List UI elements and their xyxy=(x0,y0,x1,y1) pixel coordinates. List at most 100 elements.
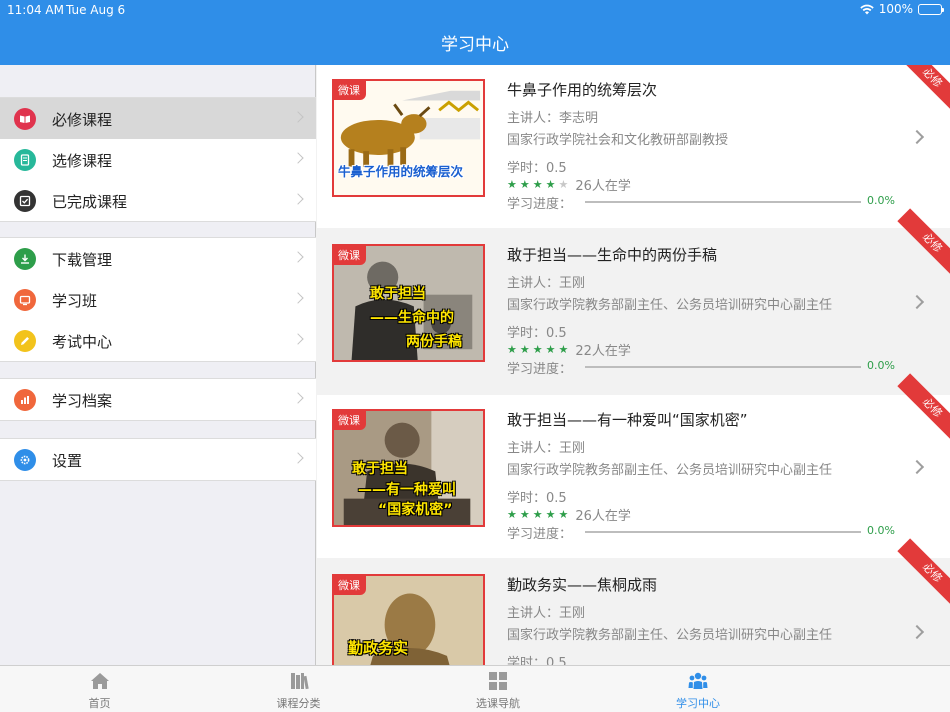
tab-label: 首页 xyxy=(88,697,111,710)
chevron-right-icon xyxy=(292,392,304,404)
star-icon: ★ xyxy=(545,343,556,356)
progress-label: 学习进度： xyxy=(507,527,573,542)
sidebar-item-download-management[interactable]: 下载管理 xyxy=(0,238,316,279)
tab-course-categories[interactable]: 课程分类 xyxy=(199,666,398,712)
sidebar-item-label: 学习档案 xyxy=(52,392,113,410)
chevron-right-icon xyxy=(292,251,304,263)
status-bar: 11:04 AM Tue Aug 6 100% xyxy=(0,0,950,20)
sidebar-item-label: 已完成课程 xyxy=(52,193,128,211)
progress-bar xyxy=(585,531,861,533)
star-icon: ★ xyxy=(558,178,569,191)
micro-course-tag: 微课 xyxy=(334,81,366,100)
people-icon xyxy=(688,672,708,689)
progress-label: 学习进度： xyxy=(507,197,573,212)
progress-label: 学习进度： xyxy=(507,362,573,377)
course-speaker: 主讲人：王刚 xyxy=(507,276,586,291)
micro-course-tag: 微课 xyxy=(334,576,366,595)
status-date: Tue Aug 6 xyxy=(66,3,126,17)
sidebar-group-records: 学习档案 xyxy=(0,378,316,421)
course-list: 微课 牛鼻子作用的统筹层次 牛鼻子作用的统筹层次 主讲人：李志明 国家行政学院社… xyxy=(317,65,950,665)
star-icon: ★ xyxy=(545,508,556,521)
sidebar-item-completed-courses[interactable]: 已完成课程 xyxy=(0,180,316,221)
progress-value: 0.0% xyxy=(867,194,895,207)
document-icon xyxy=(14,149,36,171)
sidebar-item-required-courses[interactable]: 必修课程 xyxy=(0,98,316,139)
course-speaker: 主讲人：王刚 xyxy=(507,606,586,621)
chevron-right-icon xyxy=(909,459,925,475)
thumbnail-caption-line: 两份手稿 xyxy=(406,334,462,350)
star-icon: ★ xyxy=(532,343,543,356)
progress-value: 0.0% xyxy=(867,524,895,537)
course-hours: 学时：0.5 xyxy=(507,161,567,176)
course-hours: 学时：0.5 xyxy=(507,656,567,665)
sidebar-item-label: 选修课程 xyxy=(52,152,113,170)
star-icon: ★ xyxy=(519,508,530,521)
pencil-icon xyxy=(14,330,36,352)
book-icon xyxy=(14,108,36,130)
tab-course-navigation[interactable]: 选课导航 xyxy=(398,666,598,712)
course-title: 敢于担当——生命中的两份手稿 xyxy=(507,246,718,264)
star-icon: ★ xyxy=(532,508,543,521)
wifi-icon xyxy=(859,4,874,14)
course-hours: 学时：0.5 xyxy=(507,491,567,506)
sidebar-item-label: 考试中心 xyxy=(52,333,113,351)
thumbnail-caption-line: ——生命中的 xyxy=(370,310,454,326)
download-icon xyxy=(14,248,36,270)
star-icon: ★ xyxy=(519,178,530,191)
required-ribbon: 必修 xyxy=(897,65,950,113)
books-icon xyxy=(290,673,309,690)
chart-icon xyxy=(14,389,36,411)
course-hours: 学时：0.5 xyxy=(507,326,567,341)
course-rating: ★ ★ ★ ★ ★ 26人在学 xyxy=(507,175,631,194)
thumbnail-caption-line: 敢于担当 xyxy=(370,286,426,302)
tab-home[interactable]: 首页 xyxy=(0,666,199,712)
sidebar-item-settings[interactable]: 设置 xyxy=(0,439,316,480)
chevron-right-icon xyxy=(292,193,304,205)
chevron-right-icon xyxy=(292,111,304,123)
micro-course-tag: 微课 xyxy=(334,411,366,430)
tab-learning-center[interactable]: 学习中心 xyxy=(598,666,798,712)
course-title: 勤政务实——焦桐成雨 xyxy=(507,576,658,594)
star-icon: ★ xyxy=(545,178,556,191)
chevron-right-icon xyxy=(292,152,304,164)
status-right: 100% xyxy=(859,2,944,16)
course-card[interactable]: 微课 牛鼻子作用的统筹层次 牛鼻子作用的统筹层次 主讲人：李志明 国家行政学院社… xyxy=(317,65,950,228)
home-icon xyxy=(90,673,109,689)
course-speaker-org: 国家行政学院教务部副主任、公务员培训研究中心副主任 xyxy=(507,628,833,643)
sidebar-item-label: 下载管理 xyxy=(52,251,113,269)
tab-bar: 首页 课程分类 选课导航 学习中心 xyxy=(0,665,950,712)
course-speaker-org: 国家行政学院教务部副主任、公务员培训研究中心副主任 xyxy=(507,463,833,478)
thumbnail-caption-line: ——有一种爱叫 xyxy=(358,482,456,498)
thumbnail-caption-line: “国家机密” xyxy=(378,502,453,518)
sidebar-item-exam-center[interactable]: 考试中心 xyxy=(0,320,316,361)
gear-icon xyxy=(14,449,36,471)
status-time: 11:04 AM xyxy=(7,3,64,17)
course-speaker: 主讲人：王刚 xyxy=(507,441,586,456)
sidebar-group-courses: 必修课程 选修课程 已完成课程 xyxy=(0,97,316,222)
sidebar-group-tools: 下载管理 学习班 考试中心 xyxy=(0,237,316,362)
tab-label: 选课导航 xyxy=(476,697,520,710)
sidebar: 必修课程 选修课程 已完成课程 下载管理 学习班 考试中心 学习档案 设置 xyxy=(0,65,316,665)
star-icon: ★ xyxy=(507,343,517,356)
course-card[interactable]: 微课 敢于担当 ——有一种爱叫 “国家机密” 敢于担当 ——有一种爱叫 “国家机密”… xyxy=(317,373,950,558)
sidebar-item-study-class[interactable]: 学习班 xyxy=(0,279,316,320)
progress-bar xyxy=(585,201,861,203)
course-thumbnail: 微课 敢于担当 ——有一种爱叫 “国家机密” xyxy=(332,409,485,527)
star-icon: ★ xyxy=(507,178,517,191)
course-speaker: 主讲人：李志明 xyxy=(507,111,599,126)
sidebar-group-settings: 设置 xyxy=(0,438,316,481)
sidebar-item-elective-courses[interactable]: 选修课程 xyxy=(0,139,316,180)
star-icon: ★ xyxy=(532,178,543,191)
star-icon: ★ xyxy=(507,508,517,521)
battery-icon xyxy=(918,3,944,15)
course-learners: 26人在学 xyxy=(575,179,631,194)
checkbox-icon xyxy=(14,190,36,212)
course-thumbnail: 微课 敢于担当 ——生命中的 两份手稿 xyxy=(332,244,485,362)
navigation-bar: 11:04 AM Tue Aug 6 100% 学习中心 xyxy=(0,0,950,65)
course-card[interactable]: 微课 敢于担当 ——生命中的 两份手稿 敢于担当——生命中的两份手稿 主讲人：王… xyxy=(317,208,950,393)
course-card[interactable]: 微课 勤政务实 勤政务实——焦桐成雨 主讲人：王刚 国家行政学院教务部副主任、公… xyxy=(317,538,950,665)
sidebar-item-study-records[interactable]: 学习档案 xyxy=(0,379,316,420)
sidebar-item-label: 设置 xyxy=(52,452,83,470)
thumbnail-caption-line: 敢于担当 xyxy=(352,461,408,477)
course-rating: ★ ★ ★ ★ ★ 22人在学 xyxy=(507,340,631,359)
